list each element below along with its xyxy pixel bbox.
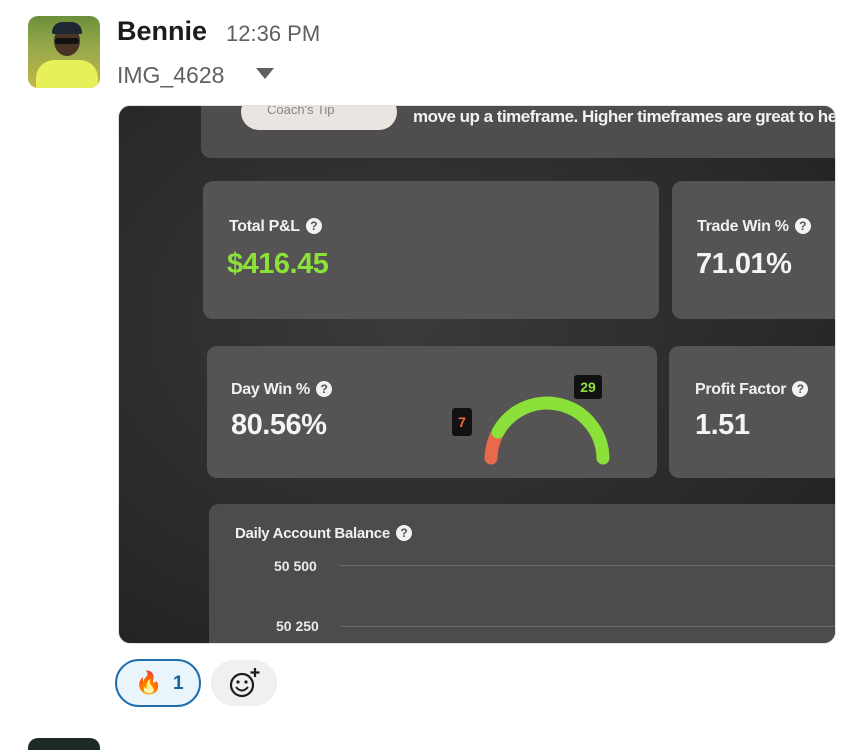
stat-label: Total P&L? xyxy=(229,218,322,236)
winning-days-badge: 29 xyxy=(574,375,602,399)
coach-tip-label: Coach's Tip xyxy=(267,105,335,117)
fire-icon: 🔥 xyxy=(135,670,163,695)
y-axis-tick: 50 250 xyxy=(276,618,319,634)
help-icon: ? xyxy=(792,381,809,397)
stat-value-profit-factor: 1.51 xyxy=(695,409,750,441)
stat-label: Day Win %? xyxy=(231,381,332,399)
attachment-name: IMG_4628 xyxy=(117,62,225,88)
y-axis-tick: 50 500 xyxy=(274,558,317,574)
help-icon: ? xyxy=(794,218,811,234)
timestamp[interactable]: 12:36 PM xyxy=(226,21,320,47)
stat-value-trade-win: 71.01% xyxy=(696,248,792,280)
image-attachment[interactable]: Coach's Tip move up a timeframe. Higher … xyxy=(118,105,836,644)
balance-panel-title: Daily Account Balance? xyxy=(235,525,412,542)
reaction-fire[interactable]: 🔥 1 xyxy=(115,659,201,707)
add-emoji-icon xyxy=(229,668,260,698)
gauge-win-arc xyxy=(491,396,610,465)
gauge-loss-arc xyxy=(484,429,503,465)
author-name[interactable]: Bennie xyxy=(117,16,207,47)
help-icon: ? xyxy=(395,525,412,541)
avatar-shirt xyxy=(36,60,98,88)
stat-value-total-pnl: $416.45 xyxy=(227,248,329,280)
reaction-count: 1 xyxy=(173,673,184,694)
gridline xyxy=(341,626,835,627)
avatar-glasses xyxy=(55,38,79,44)
stat-label: Profit Factor? xyxy=(695,381,809,399)
add-reaction-button[interactable] xyxy=(211,660,277,706)
stat-label: Trade Win %? xyxy=(697,218,811,236)
avatar-cap xyxy=(52,22,82,34)
stat-value-day-win: 80.56% xyxy=(231,409,327,441)
losing-days-badge: 7 xyxy=(452,408,472,436)
help-icon: ? xyxy=(305,218,322,234)
next-message-avatar[interactable] xyxy=(28,738,100,750)
gridline xyxy=(339,565,835,566)
avatar[interactable] xyxy=(28,16,100,88)
help-icon: ? xyxy=(315,381,332,397)
chevron-down-icon[interactable] xyxy=(256,68,274,79)
tip-text: move up a timeframe. Higher timeframes a… xyxy=(413,107,836,126)
